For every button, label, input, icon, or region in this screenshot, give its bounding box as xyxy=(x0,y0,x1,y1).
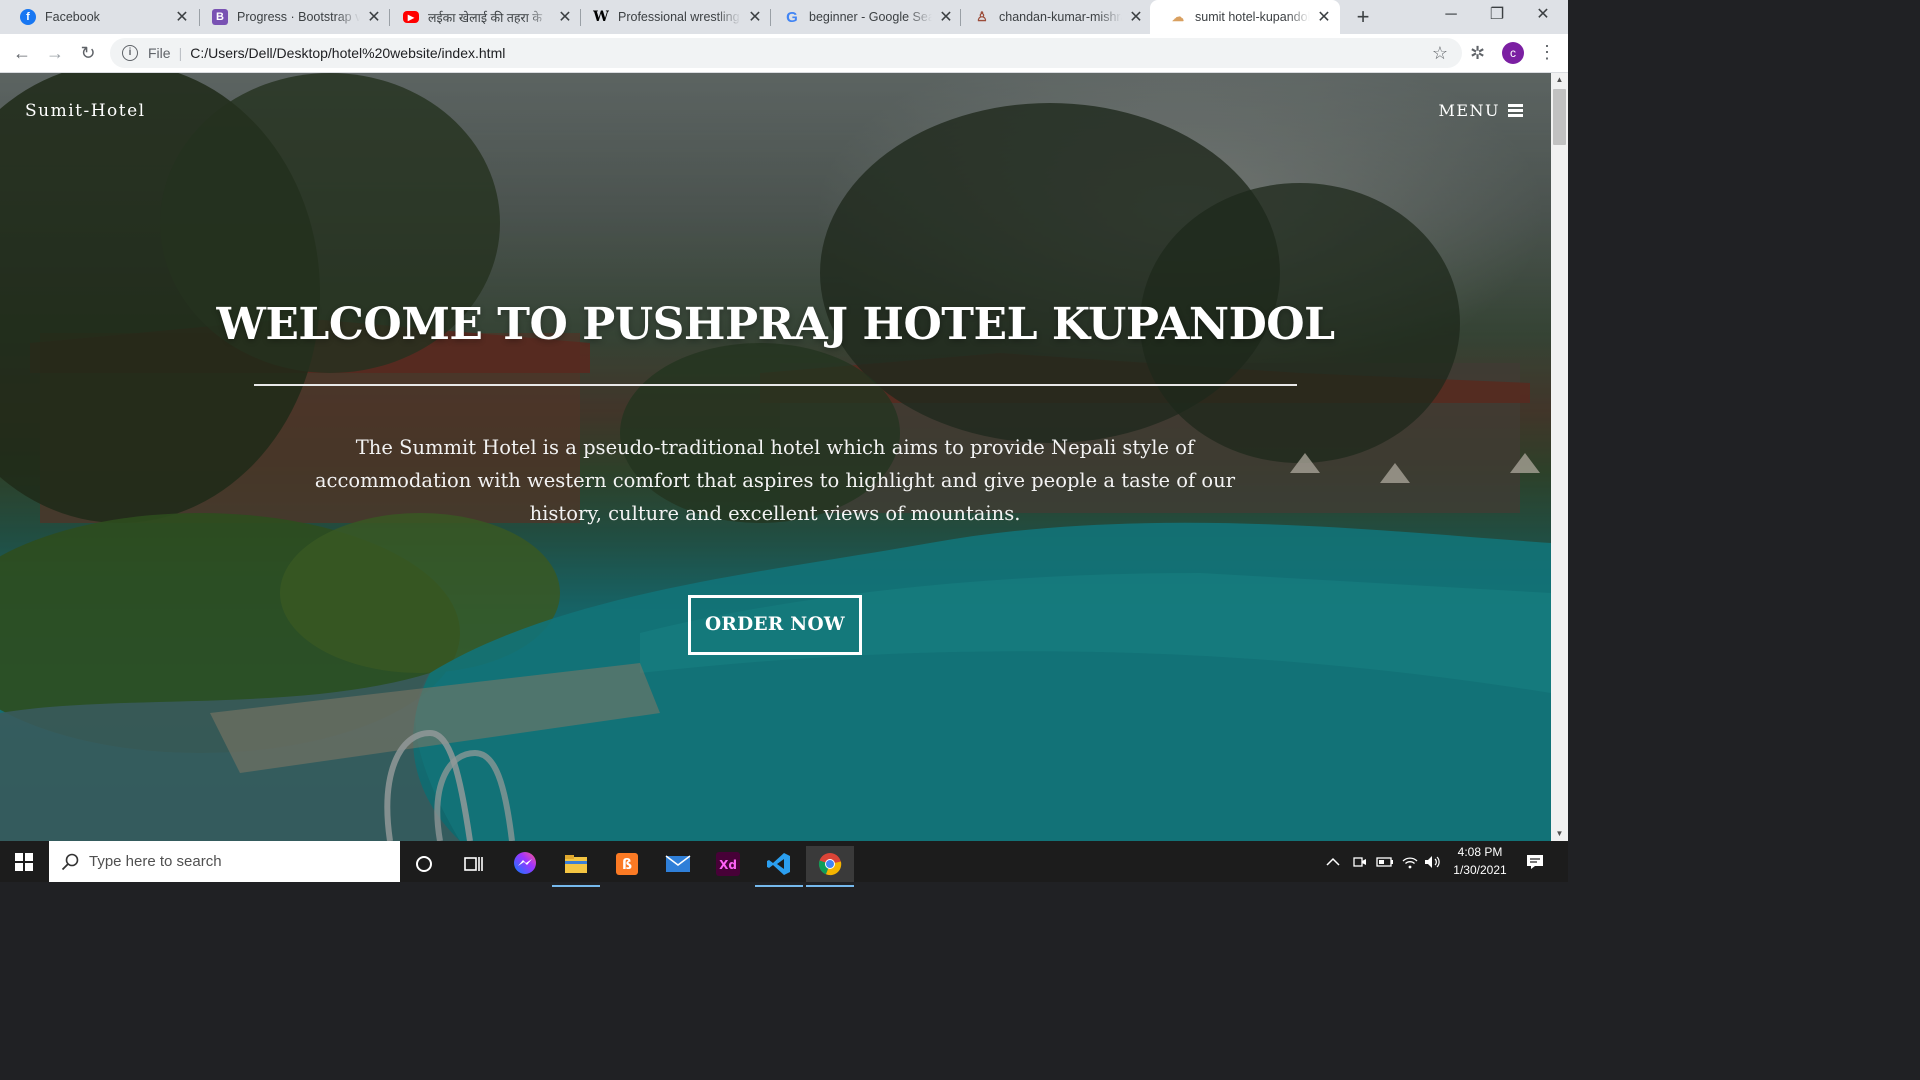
info-icon[interactable]: i xyxy=(122,45,138,61)
hero-section: Sumit-Hotel MENU WELCOME TO PUSHPRAJ HOT… xyxy=(0,73,1551,841)
cortana-icon[interactable] xyxy=(400,846,448,882)
address-scheme: File xyxy=(148,45,171,61)
adobe-xd-icon[interactable]: Xd xyxy=(704,846,752,882)
browser-toolbar: ← → ↻ i File | C:/Users/Dell/Desktop/hot… xyxy=(0,34,1568,73)
google-icon: G xyxy=(786,8,798,26)
hotel-icon: ☁ xyxy=(1172,10,1184,24)
close-window-button[interactable]: ✕ xyxy=(1520,0,1566,30)
svg-text:Xd: Xd xyxy=(719,858,737,872)
notifications-icon[interactable] xyxy=(1526,841,1544,882)
scroll-down-arrow-icon[interactable]: ▼ xyxy=(1551,827,1568,841)
profile-avatar[interactable]: c xyxy=(1502,42,1524,64)
clock-time: 4:08 PM xyxy=(1457,845,1503,859)
browser-menu-icon[interactable]: ⋮ xyxy=(1538,42,1556,62)
browser-tabstrip: f Facebook ✕ B Progress · Bootstrap v5 ✕… xyxy=(0,0,1568,34)
hamburger-icon xyxy=(1508,104,1523,117)
hero-divider xyxy=(254,384,1297,386)
tab-title: लईका खेलाई की तहरा के xyxy=(428,10,542,25)
restore-button[interactable]: ❐ xyxy=(1474,0,1520,30)
menu-toggle-button[interactable]: MENU xyxy=(1438,101,1523,120)
youtube-icon: ▶ xyxy=(403,11,419,23)
tab-title: Facebook xyxy=(45,10,100,24)
person-icon: ♙ xyxy=(976,9,988,24)
tab-title: sumit hotel-kupandol xyxy=(1195,10,1310,24)
close-tab-icon[interactable]: ✕ xyxy=(747,7,763,27)
forward-button[interactable]: → xyxy=(41,39,69,67)
messenger-icon[interactable] xyxy=(501,846,549,882)
reload-button[interactable]: ↻ xyxy=(74,39,102,67)
tab-title: Professional wrestling xyxy=(618,10,740,24)
tab-sumit-hotel[interactable]: ☁ sumit hotel-kupandol ✕ xyxy=(1150,0,1340,34)
tab-title: chandan-kumar-mishra xyxy=(999,10,1122,24)
wikipedia-icon: W xyxy=(593,9,609,25)
task-view-icon[interactable] xyxy=(450,846,498,882)
tab-title: Progress · Bootstrap v5 xyxy=(237,10,360,24)
close-tab-icon[interactable]: ✕ xyxy=(1128,7,1144,27)
hero-title: WELCOME TO PUSHPRAJ HOTEL KUPANDOL xyxy=(216,299,1335,350)
svg-text:ß: ß xyxy=(622,857,632,873)
taskbar-search-input[interactable]: Type here to search xyxy=(49,841,400,882)
tab-bootstrap[interactable]: B Progress · Bootstrap v5 ✕ xyxy=(192,0,390,34)
tab-title: beginner - Google Search xyxy=(809,10,932,24)
tab-wikipedia[interactable]: W Professional wrestling ✕ xyxy=(573,0,771,34)
hero-description: The Summit Hotel is a pseudo-traditional… xyxy=(314,436,1236,525)
bookmark-star-icon[interactable]: ☆ xyxy=(1432,43,1448,64)
page-scrollbar[interactable]: ▲ ▼ xyxy=(1551,73,1568,841)
minimize-button[interactable]: ─ xyxy=(1428,0,1474,30)
tab-google-search[interactable]: G beginner - Google Search ✕ xyxy=(764,0,962,34)
extensions-icon[interactable]: ✲ xyxy=(1470,43,1485,64)
tab-facebook[interactable]: f Facebook ✕ xyxy=(0,0,198,34)
xampp-icon[interactable]: ß xyxy=(603,846,651,882)
site-brand-logo[interactable]: Sumit-Hotel xyxy=(25,101,146,121)
close-tab-icon[interactable]: ✕ xyxy=(174,7,190,27)
start-button[interactable] xyxy=(0,841,48,882)
address-bar[interactable]: i File | C:/Users/Dell/Desktop/hotel%20w… xyxy=(110,38,1462,68)
taskbar-clock[interactable]: 4:08 PM 1/30/2021 xyxy=(1442,843,1518,879)
new-tab-button[interactable]: + xyxy=(1352,4,1374,30)
menu-label: MENU xyxy=(1438,101,1500,120)
battery-icon[interactable] xyxy=(1376,841,1394,882)
facebook-icon: f xyxy=(20,9,36,25)
windows-taskbar: Type here to search ß Xd 4:08 PM 1/30/20… xyxy=(0,841,1568,887)
scroll-up-arrow-icon[interactable]: ▲ xyxy=(1551,73,1568,87)
bootstrap-icon: B xyxy=(212,9,228,25)
vscode-icon[interactable] xyxy=(755,846,803,887)
tab-chandan[interactable]: ♙ chandan-kumar-mishra ✕ xyxy=(954,0,1152,34)
file-explorer-icon[interactable] xyxy=(552,846,600,887)
address-divider: | xyxy=(178,45,183,61)
search-placeholder: Type here to search xyxy=(89,853,222,870)
mail-icon[interactable] xyxy=(654,846,702,882)
close-tab-icon[interactable]: ✕ xyxy=(938,7,954,27)
search-icon xyxy=(61,853,79,870)
chrome-icon[interactable] xyxy=(806,846,854,887)
tab-youtube[interactable]: ▶ लईका खेलाई की तहरा के ✕ xyxy=(383,0,581,34)
tray-chevron-up-icon[interactable] xyxy=(1326,841,1340,882)
order-now-button[interactable]: ORDER NOW xyxy=(688,595,862,655)
close-tab-icon[interactable]: ✕ xyxy=(557,7,573,27)
back-button[interactable]: ← xyxy=(8,39,36,67)
windows-logo-icon xyxy=(15,852,33,871)
clock-date: 1/30/2021 xyxy=(1453,863,1507,877)
meet-now-icon[interactable] xyxy=(1353,841,1367,882)
address-url[interactable]: C:/Users/Dell/Desktop/hotel%20website/in… xyxy=(190,45,505,61)
close-tab-icon[interactable]: ✕ xyxy=(366,7,382,27)
close-tab-icon[interactable]: ✕ xyxy=(1316,7,1332,27)
volume-icon[interactable] xyxy=(1424,841,1442,882)
scrollbar-thumb[interactable] xyxy=(1553,89,1566,145)
wifi-icon[interactable] xyxy=(1402,841,1418,882)
